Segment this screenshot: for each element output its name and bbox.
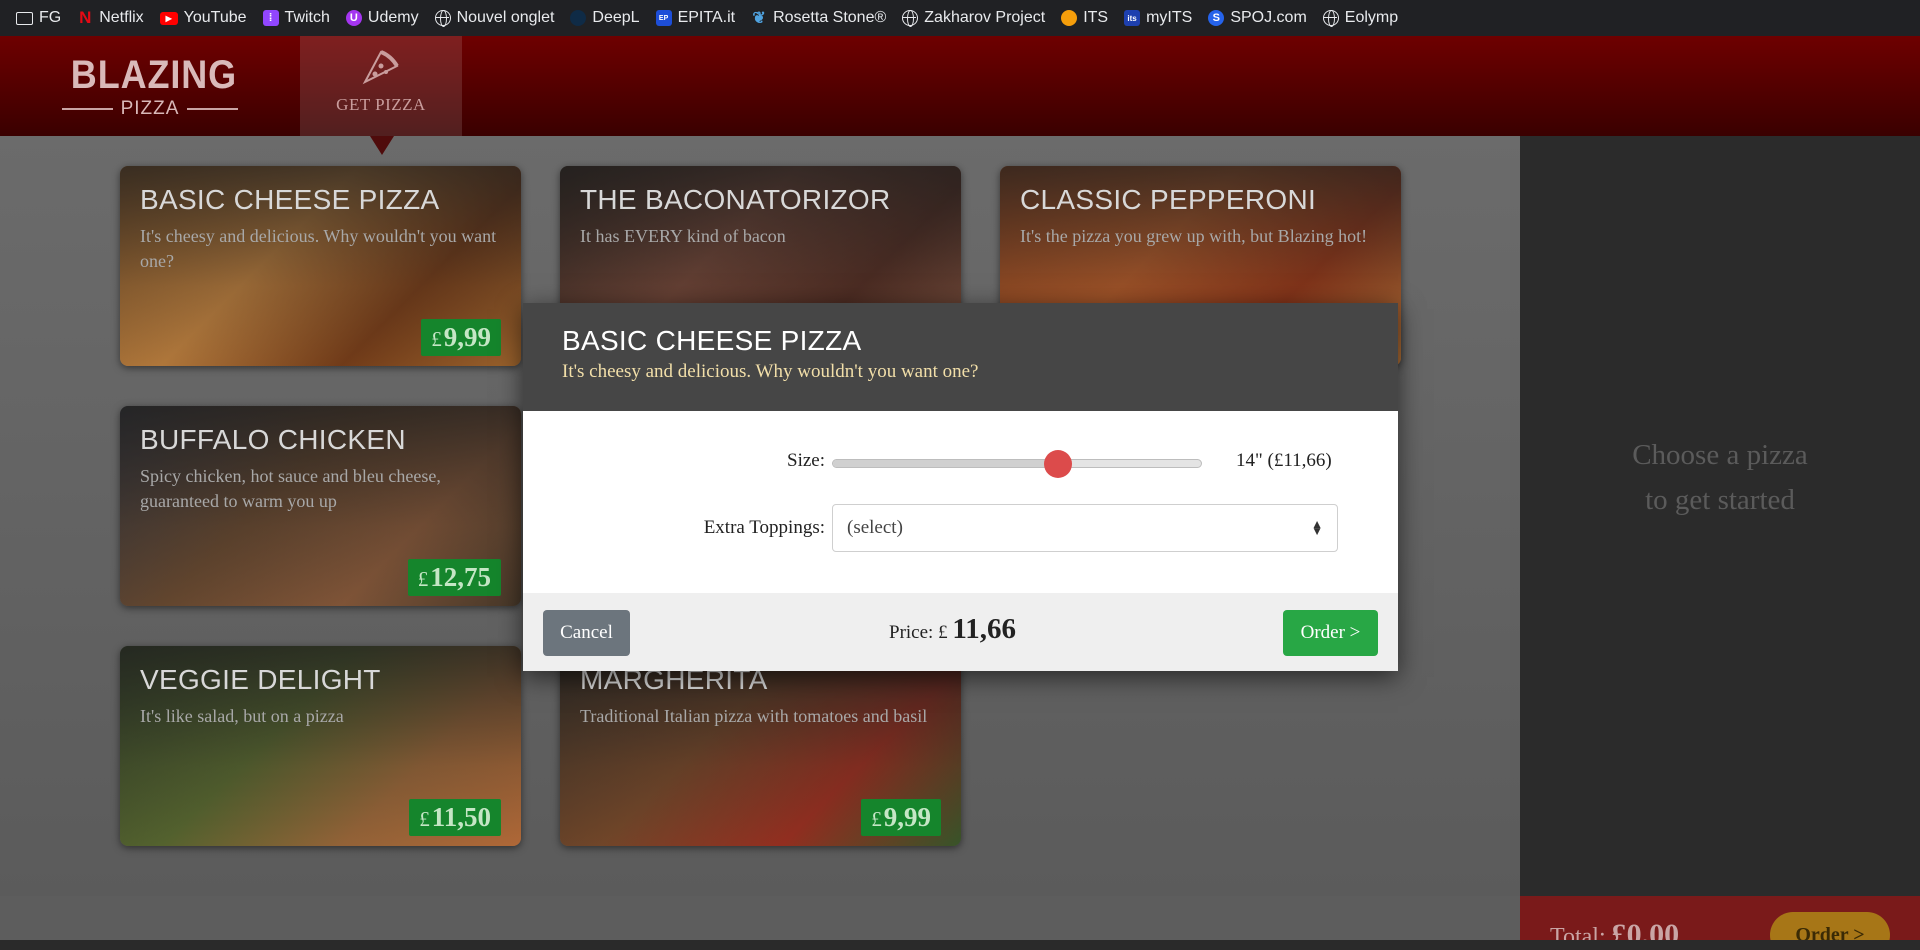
price-label: Price: [889,622,934,643]
bookmark-rosetta-stone[interactable]: ❦ Rosetta Stone® [743,4,894,32]
dialog-footer: Cancel Price: £ 11,66 Order > [523,593,1398,671]
pizza-name: BASIC CHEESE PIZZA [140,184,440,215]
select-arrows-icon: ▲ ▼ [1311,517,1323,538]
pizza-description: It has EVERY kind of bacon [580,226,786,246]
toppings-selected-value: (select) [847,517,903,538]
dialog-body: Size: 14" (£11,66) Extra Toppings: (sele… [523,411,1398,593]
toppings-select[interactable]: (select) ▲ ▼ [832,504,1338,552]
nav-get-pizza-label: GET PIZZA [336,95,426,114]
bookmark-netflix[interactable]: N Netflix [69,4,151,32]
size-slider[interactable] [832,459,1202,468]
bookmark-fg[interactable]: FG [8,4,69,32]
pizza-price: £9,99 [861,799,941,836]
globe-icon [434,10,451,27]
nav-active-indicator [370,136,394,155]
pizza-name: VEGGIE DELIGHT [140,664,381,695]
logo-title: BLAZING [70,53,238,97]
bookmark-spoj[interactable]: S SPOJ.com [1200,4,1314,32]
pizza-description: Spicy chicken, hot sauce and bleu cheese… [140,466,441,511]
pizza-description: It's like salad, but on a pizza [140,706,344,726]
price-currency: £ [431,327,442,351]
order-sidebar: Choose a pizza to get started [1520,136,1920,896]
pizza-slice-icon [362,50,399,85]
bookmark-its[interactable]: ITS [1053,4,1116,32]
pizza-name: BUFFALO CHICKEN [140,424,406,455]
pizza-card[interactable]: MARGHERITA Traditional Italian pizza wit… [560,646,961,846]
taskbar-strip [0,940,1920,950]
price-amount: 11,66 [952,613,1016,645]
bookmark-udemy[interactable]: U Udemy [338,4,427,32]
app-header: BLAZING PIZZA GET PIZZA [0,36,1920,136]
logo-rule [62,108,113,110]
logo-sub-text: PIZZA [120,98,180,119]
price-amount: 11,50 [431,802,491,832]
dialog-price: Price: £ 11,66 [889,613,1016,646]
configure-pizza-dialog: BASIC CHEESE PIZZA It's cheesy and delic… [523,303,1398,671]
size-slider-fill [833,460,1058,467]
pizza-name: THE BACONATORIZOR [580,184,891,215]
bookmark-nouvel-onglet[interactable]: Nouvel onglet [427,4,563,32]
pizza-description: It's the pizza you grew up with, but Bla… [1020,226,1368,246]
dialog-description: It's cheesy and delicious. Why wouldn't … [562,361,979,382]
rosetta-stone-icon: ❦ [752,10,766,27]
dialog-header: BASIC CHEESE PIZZA It's cheesy and delic… [523,303,1398,411]
order-button[interactable]: Order > [1283,610,1378,656]
bookmark-twitch[interactable]: ⁞ Twitch [255,4,338,32]
pizza-description: Traditional Italian pizza with tomatoes … [580,706,928,726]
bookmark-deepl[interactable]: DeepL [562,4,647,32]
pizza-card[interactable]: BASIC CHEESE PIZZA It's cheesy and delic… [120,166,521,366]
size-value: 14" (£11,66) [1236,450,1332,471]
empty-message-line: Choose a pizza [1632,439,1808,471]
udemy-icon: U [345,10,362,26]
epita-icon: EP [655,10,672,26]
folder-icon [16,11,33,25]
brand-logo[interactable]: BLAZING PIZZA [62,54,238,120]
globe-icon [902,10,919,27]
bookmark-zakharov[interactable]: Zakharov Project [894,4,1053,32]
price-currency: £ [871,807,882,831]
pizza-name: CLASSIC PEPPERONI [1020,184,1317,215]
bookmark-epita[interactable]: EP EPITA.it [648,4,744,32]
globe-icon [1322,10,1339,27]
spoj-icon: S [1208,10,1225,26]
pizza-price: £11,50 [409,799,501,836]
price-currency: £ [938,622,948,643]
price-currency: £ [419,807,430,831]
price-amount: 9,99 [883,802,931,832]
price-amount: 12,75 [430,562,491,592]
its-icon [1061,10,1078,26]
myits-icon: its [1124,10,1141,26]
pizza-description: It's cheesy and delicious. Why wouldn't … [140,226,497,271]
empty-message-line: to get started [1645,484,1795,516]
pizza-price: £9,99 [421,319,501,356]
youtube-icon: ▶ [159,11,178,25]
bookmarks-bar: FG N Netflix ▶ YouTube ⁞ Twitch U Udemy Nouv… [0,0,1920,36]
netflix-icon: N [79,8,92,27]
pizza-card[interactable]: VEGGIE DELIGHT It's like salad, but on a… [120,646,521,846]
pizza-card[interactable]: BUFFALO CHICKEN Spicy chicken, hot sauce… [120,406,521,606]
bookmark-myits[interactable]: its myITS [1116,4,1200,32]
deepl-icon [570,10,587,26]
logo-subtitle: PIZZA [62,98,238,120]
size-label: Size: [787,450,825,471]
empty-order-message: Choose a pizza to get started [1520,433,1920,523]
pizza-price: £12,75 [407,559,501,596]
cancel-button[interactable]: Cancel [543,610,630,656]
logo-rule [187,108,238,110]
bookmark-youtube[interactable]: ▶ YouTube [152,4,255,32]
twitch-icon: ⁞ [262,10,279,26]
price-amount: 9,99 [443,322,491,352]
dialog-title: BASIC CHEESE PIZZA [562,325,862,356]
nav-get-pizza[interactable]: GET PIZZA [300,36,462,136]
toppings-label: Extra Toppings: [703,517,825,538]
price-currency: £ [417,567,429,591]
size-slider-thumb[interactable] [1043,450,1072,478]
bookmark-eolymp[interactable]: Eolymp [1315,4,1406,32]
